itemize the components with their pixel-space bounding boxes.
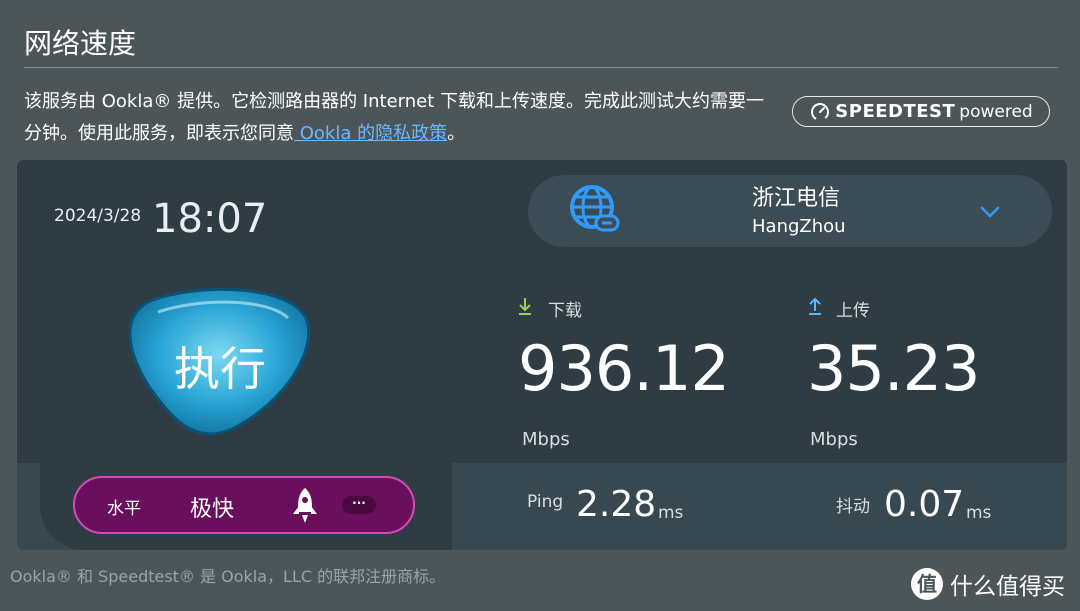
- svg-text:值: 值: [917, 572, 937, 596]
- service-description: 该服务由 Ookla® 提供。它检测路由器的 Internet 下载和上传速度。…: [24, 86, 774, 150]
- ping-unit: ms: [658, 503, 684, 523]
- isp-name: 浙江电信: [752, 186, 841, 211]
- watermark: 值 什么值得买: [910, 566, 1065, 602]
- jitter-label: 抖动: [836, 497, 870, 517]
- smzdm-logo: 值: [911, 568, 943, 600]
- description-end: 。: [447, 123, 466, 144]
- isp-city: HangZhou: [752, 216, 846, 237]
- ping-value: 2.28: [576, 484, 657, 525]
- arrow-down-icon: [519, 298, 531, 315]
- trademark-notice: Ookla® 和 Speedtest® 是 Ookla，LLC 的联邦注册商标。: [10, 567, 446, 586]
- ping-label: Ping: [527, 492, 564, 512]
- jitter-value: 0.07: [884, 484, 965, 525]
- arrow-up-icon: [809, 297, 821, 315]
- test-date: 2024/3/28: [54, 206, 142, 226]
- download-label: 下载: [548, 301, 582, 321]
- go-button-label[interactable]: 执行: [160, 333, 280, 399]
- jitter-unit: ms: [966, 503, 992, 523]
- rocket-icon: [293, 488, 317, 523]
- speedtest-brand: SPEEDTEST: [835, 101, 956, 122]
- upload-unit: Mbps: [810, 429, 858, 450]
- more-button[interactable]: ···: [342, 496, 376, 514]
- powered-label: powered: [959, 101, 1033, 122]
- globe-link-icon: [570, 185, 620, 232]
- speedtest-powered-badge: SPEEDTEST powered: [792, 96, 1050, 127]
- level-key: 水平: [107, 499, 141, 519]
- page-title: 网络速度: [24, 27, 137, 60]
- level-value: 极快: [190, 497, 235, 522]
- test-time: 18:07: [152, 196, 268, 242]
- download-unit: Mbps: [522, 429, 570, 450]
- upload-label: 上传: [836, 301, 870, 321]
- chevron-down-icon[interactable]: [978, 200, 1002, 224]
- title-divider: [24, 67, 1058, 68]
- upload-value: 35.23: [807, 332, 980, 405]
- watermark-text: 什么值得买: [950, 574, 1065, 600]
- download-value: 936.12: [518, 332, 730, 405]
- privacy-policy-link[interactable]: Ookla 的隐私政策: [294, 123, 447, 144]
- speedometer-icon: [811, 102, 830, 121]
